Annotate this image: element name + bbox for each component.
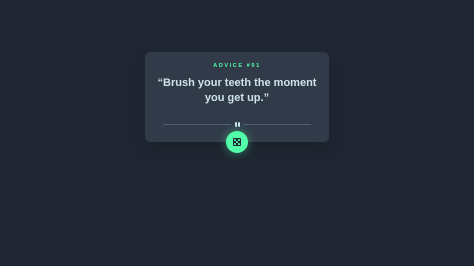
advice-card: ADVICE #91 “Brush your teeth the moment … [145, 52, 329, 142]
divider [163, 122, 311, 127]
dice-icon [233, 138, 241, 146]
advice-id-label: ADVICE #91 [213, 63, 261, 69]
pause-icon [233, 122, 241, 127]
divider-line-left [163, 123, 231, 125]
divider-line-right [243, 123, 311, 125]
new-advice-dice-button[interactable] [226, 131, 248, 153]
advice-quote: “Brush your teeth the moment you get up.… [157, 77, 317, 104]
